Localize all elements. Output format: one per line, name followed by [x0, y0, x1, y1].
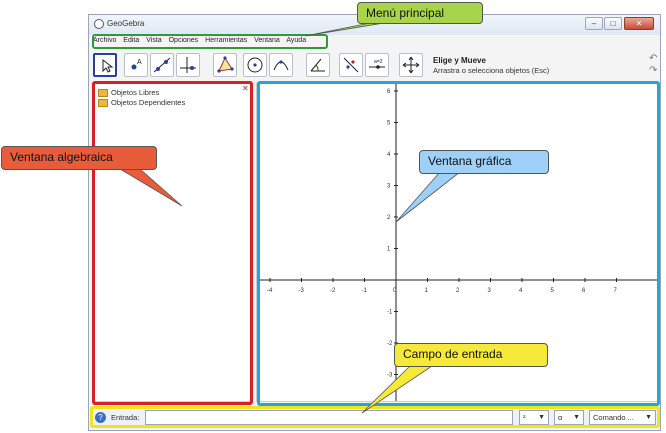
algebra-callout: Ventana algebraica: [1, 146, 157, 170]
graphics-callout: Ventana gráfica: [419, 150, 549, 174]
callout-leaders: [118, 21, 462, 414]
menu-callout: Menú principal: [357, 2, 483, 24]
algebra-callout-pointer: [118, 168, 183, 207]
menu-callout-pointer: [304, 21, 391, 37]
graphics-callout-pointer: [395, 171, 462, 223]
input-callout-pointer: [361, 365, 434, 414]
input-callout: Campo de entrada: [394, 343, 548, 367]
